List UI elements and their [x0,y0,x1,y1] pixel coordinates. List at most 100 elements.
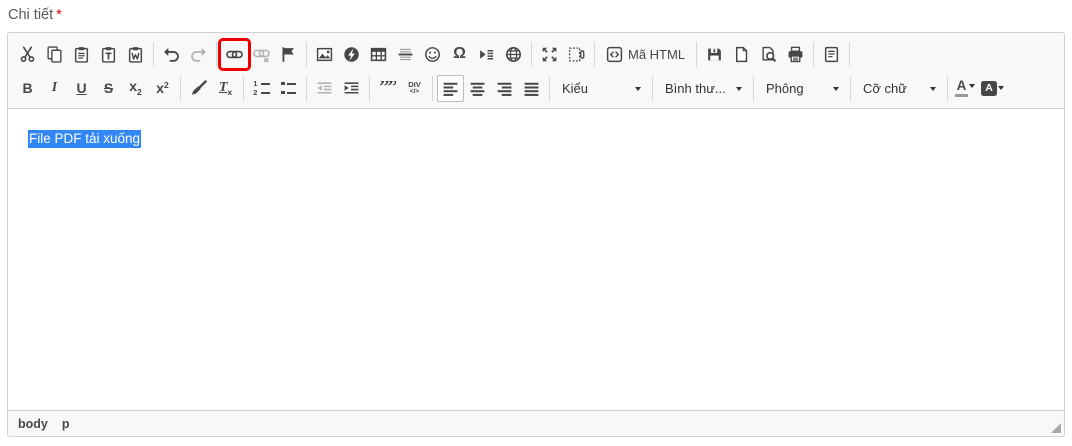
blockquote-button[interactable]: ”” [374,75,401,102]
blockquote-icon: ”” [379,81,396,95]
chevron-down-icon [998,86,1004,93]
rich-text-editor: Ω Mã HTML B I U [7,32,1065,437]
image-icon [316,46,333,63]
print-button[interactable] [782,41,809,68]
superscript-button[interactable]: x2 [149,75,176,102]
paste-text-button[interactable] [95,41,122,68]
numbered-list-icon: 12 [253,81,270,96]
preview-icon [760,46,777,63]
italic-button[interactable]: I [41,75,68,102]
resize-handle[interactable] [1051,423,1061,433]
horizontal-rule-icon [397,46,414,63]
print-icon [787,46,804,63]
paste-icon [73,46,90,63]
new-page-button[interactable] [728,41,755,68]
editor-content-area[interactable]: File PDF tải xuống [8,109,1064,410]
paste-word-icon [127,46,144,63]
toolbar-separator [652,76,653,101]
bold-button[interactable]: B [14,75,41,102]
styles-dropdown[interactable]: Kiểu [554,75,648,101]
templates-button[interactable] [818,41,845,68]
flash-button[interactable] [338,41,365,68]
indent-button[interactable] [338,75,365,102]
page-break-button[interactable] [473,41,500,68]
preview-button[interactable] [755,41,782,68]
font-size-dropdown[interactable]: Cỡ chữ [855,75,943,101]
paintbrush-icon [190,80,207,97]
paragraph: File PDF tải xuống [28,131,1044,146]
text-color-button[interactable]: A [952,77,978,99]
source-button[interactable]: Mã HTML [599,41,692,68]
anchor-button[interactable] [275,41,302,68]
iframe-button[interactable] [500,41,527,68]
chevron-down-icon [969,84,975,91]
styles-dropdown-label: Kiểu [562,81,588,96]
paste-word-button[interactable] [122,41,149,68]
toolbar-separator [696,42,697,67]
div-container-button[interactable]: DIV</> [401,75,428,102]
toolbar-separator [243,76,244,101]
underline-button[interactable]: U [68,75,95,102]
format-dropdown-label: Bình thư... [665,81,726,96]
indent-icon [343,80,360,97]
justify-left-button[interactable] [437,75,464,102]
path-item-p[interactable]: p [62,417,70,431]
link-button[interactable] [221,41,248,68]
special-char-button[interactable]: Ω [446,41,473,68]
numbered-list-button[interactable]: 12 [248,75,275,102]
toolbar-row-1: Ω Mã HTML [14,37,1058,71]
toolbar-separator [216,42,217,67]
toolbar-separator [306,76,307,101]
toolbar-row-2: B I U S x2 x2 Tx 12 ”” DIV</> [14,71,1058,105]
redo-button[interactable] [185,41,212,68]
toolbar-separator [306,42,307,67]
toolbar-separator [531,42,532,67]
toolbar-separator [180,76,181,101]
justify-block-button[interactable] [518,75,545,102]
bulleted-list-icon [281,81,296,96]
justify-center-icon [469,80,486,97]
remove-format-button[interactable]: Tx [212,75,239,102]
strikethrough-icon: S [104,81,113,95]
toolbar-separator [369,76,370,101]
required-marker: * [56,7,62,23]
toolbar-separator [849,42,850,67]
unlink-button[interactable] [248,41,275,68]
path-item-body[interactable]: body [18,417,48,431]
paste-text-icon [100,46,117,63]
toolbar-separator [813,42,814,67]
copy-icon [46,46,63,63]
maximize-button[interactable] [536,41,563,68]
format-dropdown[interactable]: Bình thư... [657,75,749,101]
toolbar-separator [947,76,948,101]
maximize-icon [541,46,558,63]
font-dropdown[interactable]: Phông [758,75,846,101]
justify-right-icon [496,80,513,97]
subscript-button[interactable]: x2 [122,75,149,102]
link-icon [226,46,243,63]
chevron-down-icon [635,87,641,94]
background-color-icon: A [981,81,997,96]
cut-icon [19,46,36,63]
table-button[interactable] [365,41,392,68]
image-button[interactable] [311,41,338,68]
copy-button[interactable] [41,41,68,68]
horizontal-rule-button[interactable] [392,41,419,68]
copy-formatting-button[interactable] [185,75,212,102]
justify-block-icon [523,80,540,97]
bulleted-list-button[interactable] [275,75,302,102]
chevron-down-icon [736,87,742,94]
paste-button[interactable] [68,41,95,68]
globe-icon [505,46,522,63]
strikethrough-button[interactable]: S [95,75,122,102]
cut-button[interactable] [14,41,41,68]
show-blocks-button[interactable] [563,41,590,68]
background-color-button[interactable]: A [978,79,1007,98]
save-button[interactable] [701,41,728,68]
text-color-icon: A [955,79,968,97]
undo-button[interactable] [158,41,185,68]
outdent-button[interactable] [311,75,338,102]
smiley-button[interactable] [419,41,446,68]
justify-center-button[interactable] [464,75,491,102]
justify-right-button[interactable] [491,75,518,102]
